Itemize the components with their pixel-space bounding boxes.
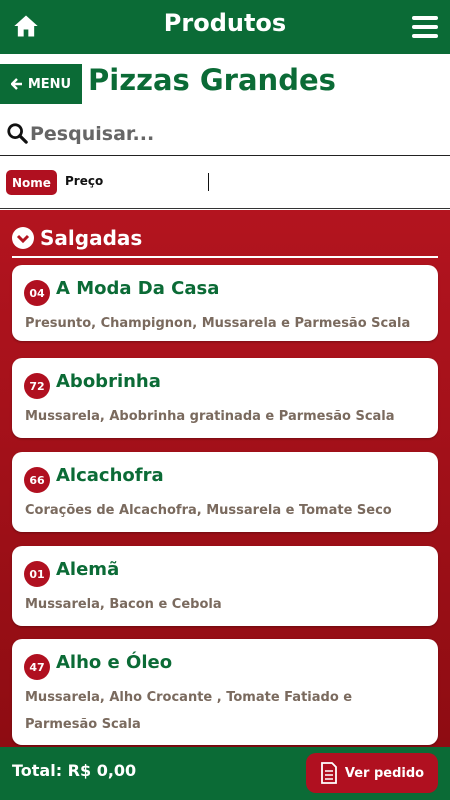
product-list[interactable]: Salgadas 04 A Moda Da Casa Presunto, Cha… (0, 210, 450, 747)
product-name: Alho e Óleo (56, 652, 173, 673)
product-number: 66 (24, 467, 50, 493)
menu-back-button[interactable]: MENU (0, 64, 82, 104)
product-name: Alcachofra (56, 465, 164, 486)
footer-bar: Total: R$ 0,00 Ver pedido (0, 747, 450, 800)
product-number: 01 (24, 561, 50, 587)
page-title: Pizzas Grandes (88, 63, 336, 97)
product-description: Mussarela, Bacon e Cebola (25, 597, 222, 612)
document-icon (320, 762, 337, 784)
product-name: Abobrinha (56, 371, 161, 392)
text-cursor (208, 173, 209, 191)
app-title: Produtos (163, 9, 287, 37)
product-card[interactable]: 04 A Moda Da Casa Presunto, Champignon, … (12, 265, 438, 341)
order-total: Total: R$ 0,00 (12, 761, 137, 780)
sub-header: MENU Pizzas Grandes (0, 54, 450, 108)
arrow-left-icon (10, 78, 22, 90)
category-title: Salgadas (40, 226, 143, 250)
product-card[interactable]: 47 Alho e Óleo Mussarela, Alho Crocante … (12, 639, 438, 745)
product-card[interactable]: 66 Alcachofra Corações de Alcachofra, Mu… (12, 452, 438, 532)
product-name: A Moda Da Casa (56, 278, 220, 299)
product-card[interactable]: 72 Abobrinha Mussarela, Abobrinha gratin… (12, 358, 438, 438)
product-description: Mussarela, Alho Crocante , Tomate Fatiad… (25, 690, 353, 732)
product-description: Mussarela, Abobrinha gratinada e Parmesã… (25, 409, 395, 424)
product-description: Corações de Alcachofra, Mussarela e Toma… (25, 503, 392, 518)
category-header[interactable]: Salgadas (12, 220, 438, 258)
hamburger-icon[interactable] (412, 16, 438, 38)
chevron-down-icon (12, 227, 34, 249)
menu-label: MENU (27, 76, 72, 92)
product-card[interactable]: 01 Alemã Mussarela, Bacon e Cebola (12, 546, 438, 626)
product-number: 47 (24, 654, 50, 680)
product-number: 04 (24, 280, 50, 306)
top-bar: Produtos (0, 0, 450, 54)
view-order-label: Ver pedido (344, 765, 425, 781)
sort-bar: Nome Preço (0, 157, 450, 209)
sort-by-price-button[interactable]: Preço (65, 174, 103, 188)
search-input[interactable] (30, 118, 430, 150)
search-bar (0, 112, 450, 156)
sort-by-name-button[interactable]: Nome (6, 170, 57, 195)
product-name: Alemã (56, 559, 120, 580)
product-description: Presunto, Champignon, Mussarela e Parmes… (25, 316, 411, 331)
search-icon (7, 123, 28, 144)
product-number: 72 (24, 373, 50, 399)
view-order-button[interactable]: Ver pedido (306, 753, 438, 793)
